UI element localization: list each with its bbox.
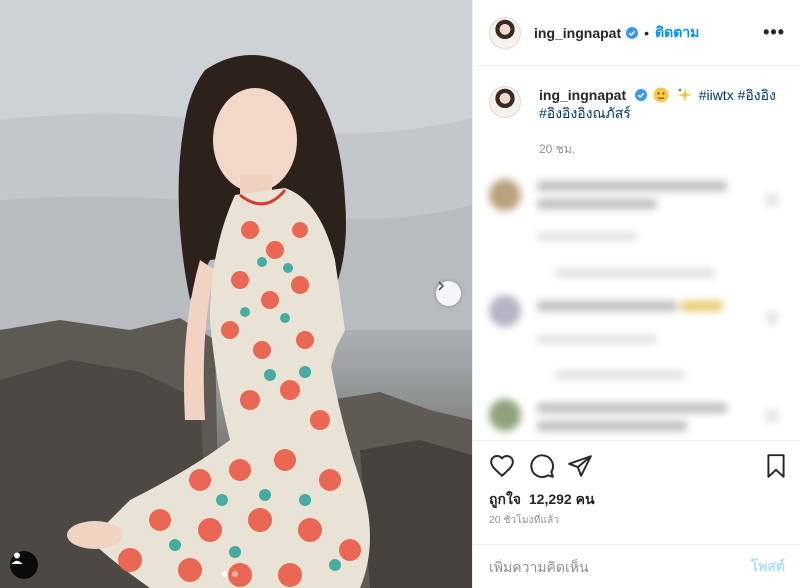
post-comment-button[interactable]: โพสต์ xyxy=(751,556,785,578)
chevron-right-icon xyxy=(438,281,445,291)
save-bookmark-icon[interactable] xyxy=(763,453,789,479)
hashtag-link[interactable]: #อิงอิง xyxy=(738,87,776,103)
likes-number: 12,292 xyxy=(528,491,572,507)
avatar[interactable] xyxy=(489,86,521,118)
share-paper-plane-icon[interactable] xyxy=(567,453,593,479)
carousel-indicator xyxy=(222,571,238,577)
next-photo-button[interactable] xyxy=(436,281,461,306)
tagged-users-button[interactable] xyxy=(10,551,38,579)
avatar xyxy=(489,179,521,211)
likes-count[interactable]: ถูกใจ 12,292 คน xyxy=(489,489,595,511)
verified-badge-icon xyxy=(626,26,639,39)
more-options-button[interactable]: ••• xyxy=(763,22,785,43)
photo-image xyxy=(0,0,472,588)
likes-suffix: คน xyxy=(575,491,595,507)
carousel-dot xyxy=(232,571,238,577)
post-panel: ing_ingnapat • ติดตาม ••• ing_ingnapat #… xyxy=(472,0,800,588)
avatar xyxy=(489,295,521,327)
comment-input[interactable] xyxy=(489,558,751,575)
smiling-face-emoji xyxy=(653,87,669,103)
caption: ing_ingnapat #iiwtx #อิงอิง #อิงอิงอิงณภ… xyxy=(489,86,789,122)
separator-dot: • xyxy=(644,24,650,41)
username-link[interactable]: ing_ingnapat xyxy=(534,25,621,41)
avatar[interactable] xyxy=(489,16,521,49)
sparkle-emoji xyxy=(677,88,692,102)
follow-button[interactable]: ติดตาม xyxy=(655,22,699,44)
hashtag-link[interactable]: #อิงอิงอิงณภัสร์ xyxy=(539,105,631,121)
avatar xyxy=(489,399,521,431)
carousel-dot xyxy=(222,571,228,577)
comments-list xyxy=(473,165,800,440)
add-comment-bar: โพสต์ xyxy=(473,544,800,588)
post-header: ing_ingnapat • ติดตาม ••• xyxy=(473,0,800,66)
comment-bubble-icon[interactable] xyxy=(529,453,555,479)
caption-timestamp: 20 ชม. xyxy=(539,142,576,156)
like-heart-icon[interactable] xyxy=(489,453,515,479)
verified-badge-icon xyxy=(635,89,648,101)
likes-prefix: ถูกใจ xyxy=(489,491,521,507)
post-photo xyxy=(0,0,472,588)
post-timestamp[interactable]: 20 ชั่วโมงที่แล้ว xyxy=(489,513,559,528)
caption-username-link[interactable]: ing_ingnapat xyxy=(539,87,626,103)
hashtag-link[interactable]: #iiwtx xyxy=(699,87,734,103)
caption-text: ing_ingnapat #iiwtx #อิงอิง #อิงอิงอิงณภ… xyxy=(539,86,776,122)
user-icon xyxy=(11,552,23,564)
